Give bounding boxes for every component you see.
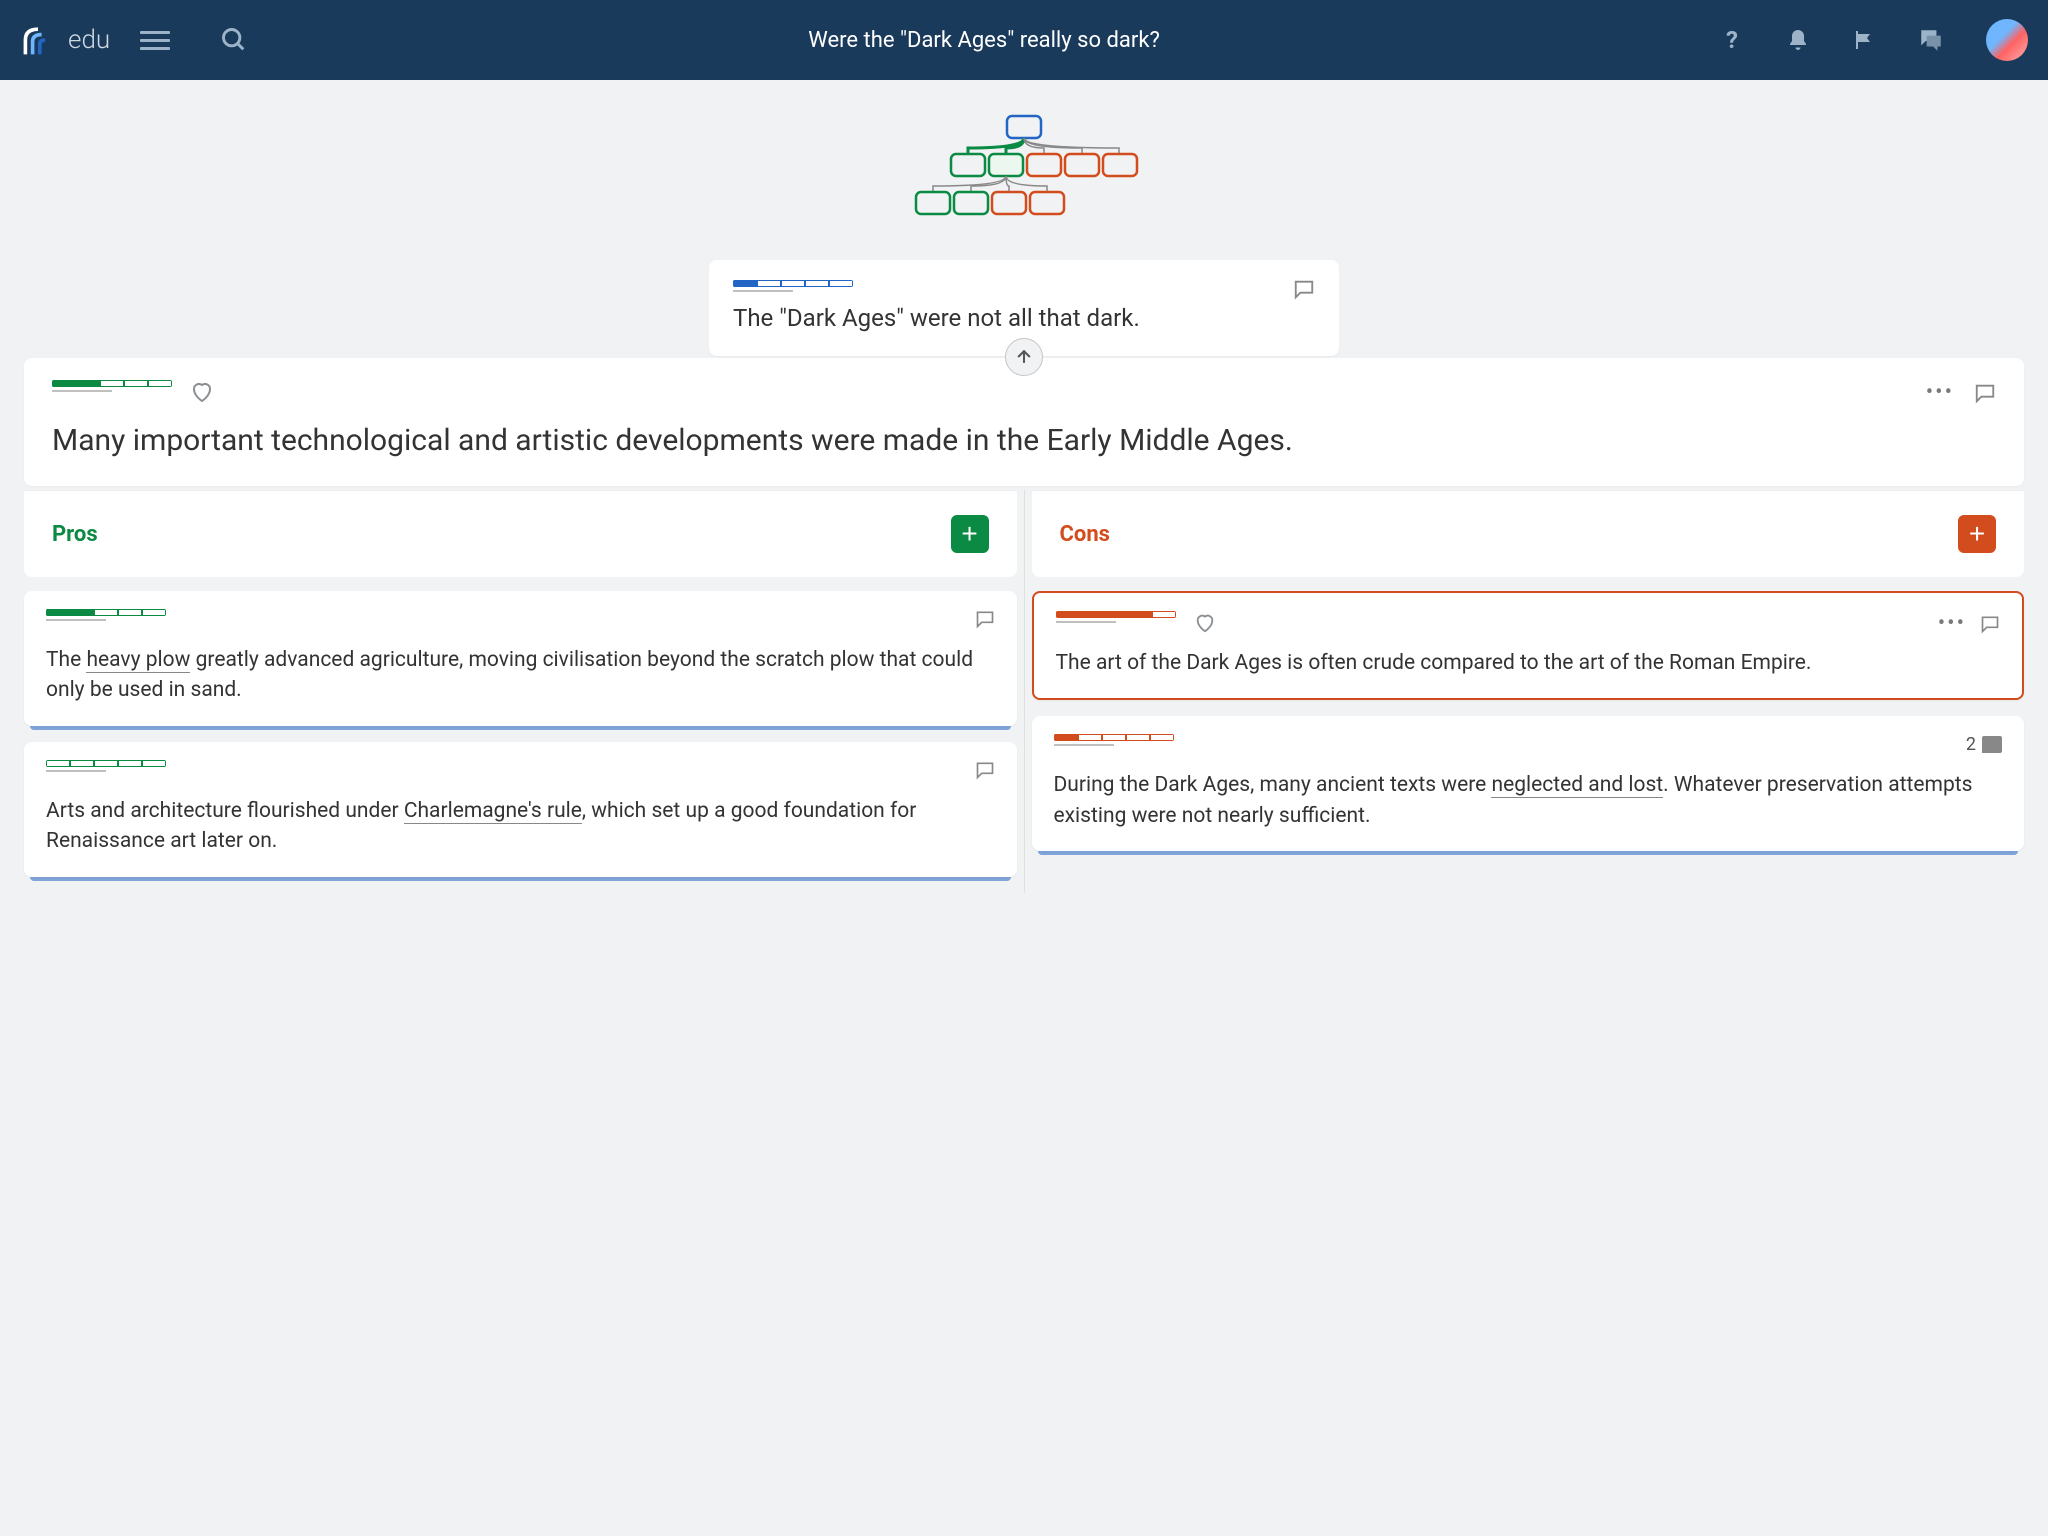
cons-label: Cons xyxy=(1060,522,1110,547)
pros-column: Pros + The heavy plow greatly advanced a… xyxy=(24,490,1024,893)
heart-icon[interactable] xyxy=(1194,612,1216,634)
brand-name: edu xyxy=(68,25,110,55)
comment-count[interactable]: 2 xyxy=(1966,734,2002,755)
cons-column: Cons + ••• xyxy=(1024,490,2025,893)
comment-icon[interactable] xyxy=(1974,382,1996,404)
con-argument-card[interactable]: ••• The art of the Dark Ages is often cr… xyxy=(1032,591,2025,700)
link[interactable]: heavy plow xyxy=(86,648,190,673)
comment-icon[interactable] xyxy=(975,760,995,780)
svg-text:?: ? xyxy=(1726,28,1738,52)
thesis-text: The "Dark Ages" were not all that dark. xyxy=(733,304,1315,332)
cons-header: Cons + xyxy=(1032,490,2025,577)
main-claim-card[interactable]: ••• Many important technological and art… xyxy=(24,358,2024,486)
add-pro-button[interactable]: + xyxy=(951,515,989,553)
rating-bar xyxy=(733,280,853,287)
tree-diagram-icon xyxy=(894,110,1154,230)
link[interactable]: Charlemagne's rule xyxy=(404,799,582,824)
logo[interactable]: edu xyxy=(20,22,110,58)
comment-icon[interactable] xyxy=(975,609,995,629)
chat-icon[interactable] xyxy=(1918,27,1944,53)
more-icon[interactable]: ••• xyxy=(1938,611,1966,636)
logo-icon xyxy=(20,22,56,58)
main-content: The "Dark Ages" were not all that dark. … xyxy=(0,80,2048,893)
bell-icon[interactable] xyxy=(1786,28,1810,52)
avatar[interactable] xyxy=(1986,19,2028,61)
pros-label: Pros xyxy=(52,522,98,547)
pros-header: Pros + xyxy=(24,490,1017,577)
more-icon[interactable]: ••• xyxy=(1926,380,1954,405)
rating-bar xyxy=(52,380,172,387)
comment-icon[interactable] xyxy=(1293,278,1315,300)
help-icon[interactable]: ? xyxy=(1720,28,1744,52)
comment-filled-icon xyxy=(1982,736,2002,753)
rating-bar xyxy=(1056,611,1176,618)
link[interactable]: neglected and lost xyxy=(1491,773,1663,798)
header-actions: ? xyxy=(1720,19,2028,61)
con-argument-card[interactable]: 2 During the Dark Ages, many ancient tex… xyxy=(1032,716,2025,851)
rating-bar xyxy=(46,609,166,616)
heart-icon[interactable] xyxy=(190,380,214,404)
flag-icon[interactable] xyxy=(1852,28,1876,52)
rating-bar xyxy=(46,760,166,767)
pro-argument-card[interactable]: Arts and architecture flourished under C… xyxy=(24,742,1017,877)
navigate-up-button[interactable] xyxy=(1005,338,1043,376)
pro-argument-card[interactable]: The heavy plow greatly advanced agricult… xyxy=(24,591,1017,726)
search-icon[interactable] xyxy=(220,26,248,54)
argument-text: The art of the Dark Ages is often crude … xyxy=(1056,648,2001,678)
pros-cons-columns: Pros + The heavy plow greatly advanced a… xyxy=(24,490,2024,893)
argument-text: During the Dark Ages, many ancient texts… xyxy=(1054,770,2003,831)
arrow-up-icon xyxy=(1014,347,1034,367)
menu-icon[interactable] xyxy=(140,26,170,55)
app-header: edu Were the "Dark Ages" really so dark?… xyxy=(0,0,2048,80)
comment-icon[interactable] xyxy=(1980,614,2000,634)
argument-text: Arts and architecture flourished under C… xyxy=(46,796,995,857)
argument-text: The heavy plow greatly advanced agricult… xyxy=(46,645,995,706)
rating-bar xyxy=(1054,734,1174,741)
argument-tree[interactable] xyxy=(0,80,2048,250)
main-claim-text: Many important technological and artisti… xyxy=(52,423,1996,458)
add-con-button[interactable]: + xyxy=(1958,515,1996,553)
page-title: Were the "Dark Ages" really so dark? xyxy=(248,28,1720,53)
